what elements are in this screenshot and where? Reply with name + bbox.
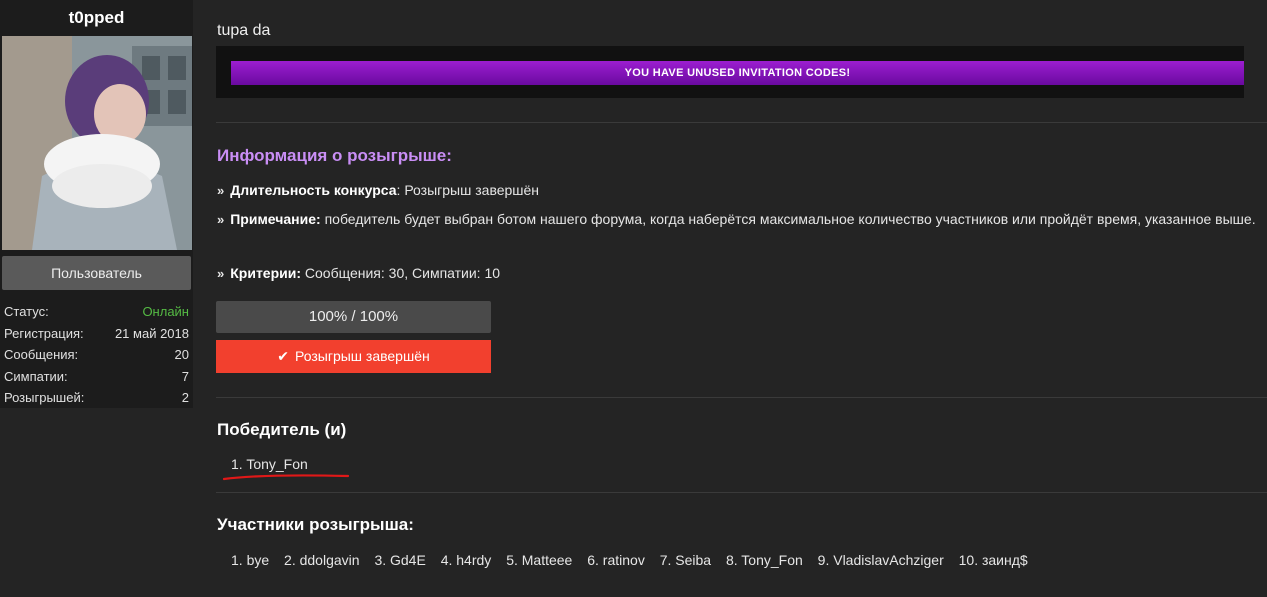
stat-value: 7 [181, 368, 189, 384]
divider [216, 397, 1267, 398]
participant-link[interactable]: 1. bye [231, 552, 269, 568]
participant-link[interactable]: 7. Seiba [660, 552, 711, 568]
username[interactable]: t0pped [0, 0, 193, 36]
stat-status: Статус: Онлайн [0, 301, 193, 323]
stat-registration: Регистрация: 21 май 2018 [0, 323, 193, 345]
red-underline-annotation [223, 474, 349, 481]
note-value: победитель будет выбран ботом нашего фор… [320, 211, 1256, 227]
participants-list: 1. bye 2. ddolgavin 3. Gd4E 4. h4rdy 5. … [231, 552, 1039, 568]
duration-value: : Розыгрыш завершён [396, 182, 540, 198]
duration-line: » Длительность конкурса: Розыгрыш завершё… [217, 178, 1257, 203]
participant-link[interactable]: 8. Tony_Fon [726, 552, 803, 568]
participant-link[interactable]: 6. ratinov [587, 552, 645, 568]
note-line: » Примечание: победитель будет выбран бот… [217, 207, 1257, 232]
avatar[interactable] [2, 36, 192, 250]
participant-link[interactable]: 3. Gd4E [374, 552, 425, 568]
user-stats: Статус: Онлайн Регистрация: 21 май 2018 … [0, 301, 193, 409]
stat-label: Статус: [4, 304, 49, 320]
user-role-button[interactable]: Пользователь [2, 256, 191, 290]
double-chevron-icon: » [217, 183, 225, 198]
participant-link[interactable]: 5. Matteee [506, 552, 572, 568]
participant-link[interactable]: 9. VladislavAchziger [818, 552, 944, 568]
divider [216, 122, 1267, 123]
criteria-line: » Критерии: Сообщения: 30, Симпатии: 10 [217, 261, 1257, 286]
user-sidebar: t0pped Пользователь Статус: Онлайн Регис… [0, 0, 193, 408]
stat-giveaways: Розыгрышей: 2 [0, 387, 193, 409]
stat-messages: Сообщения: 20 [0, 344, 193, 366]
criteria-value: Сообщения: 30, Симпатии: 10 [301, 265, 501, 281]
stat-value: Онлайн [142, 304, 189, 320]
check-icon: ✔ [277, 348, 289, 364]
participant-link[interactable]: 10. заинд$ [959, 552, 1028, 568]
stat-label: Сообщения: [4, 347, 79, 363]
giveaway-info-title: Информация о розыгрыше: [217, 146, 452, 165]
stat-value: 2 [181, 390, 189, 406]
double-chevron-icon: » [217, 266, 225, 281]
winners-title: Победитель (и) [217, 420, 347, 439]
divider [216, 492, 1267, 493]
progress-bar: 100% / 100% [216, 301, 491, 333]
stat-likes: Симпатии: 7 [0, 366, 193, 388]
criteria-label: Критерии: [230, 265, 302, 281]
participant-link[interactable]: 4. h4rdy [441, 552, 492, 568]
participants-title: Участники розыгрыша: [217, 515, 414, 534]
double-chevron-icon: » [217, 212, 225, 227]
stat-label: Симпатии: [4, 368, 68, 384]
duration-label: Длительность конкурса [230, 182, 397, 198]
post-title: tupa da [217, 22, 271, 39]
stat-label: Регистрация: [4, 325, 84, 341]
giveaway-finished-button[interactable]: ✔ Розыгрыш завершён [216, 340, 491, 373]
winner-link[interactable]: 1. Tony_Fon [231, 456, 308, 472]
participant-link[interactable]: 2. ddolgavin [284, 552, 360, 568]
note-label: Примечание: [230, 211, 321, 227]
stat-value[interactable]: 20 [175, 347, 189, 362]
avatar-image [2, 36, 192, 250]
stat-value: 21 май 2018 [114, 325, 189, 341]
invite-codes-notice[interactable]: YOU HAVE UNUSED INVITATION CODES! [231, 61, 1244, 85]
giveaway-finished-label: Розыгрыш завершён [295, 348, 430, 364]
stat-label: Розыгрышей: [4, 390, 85, 406]
